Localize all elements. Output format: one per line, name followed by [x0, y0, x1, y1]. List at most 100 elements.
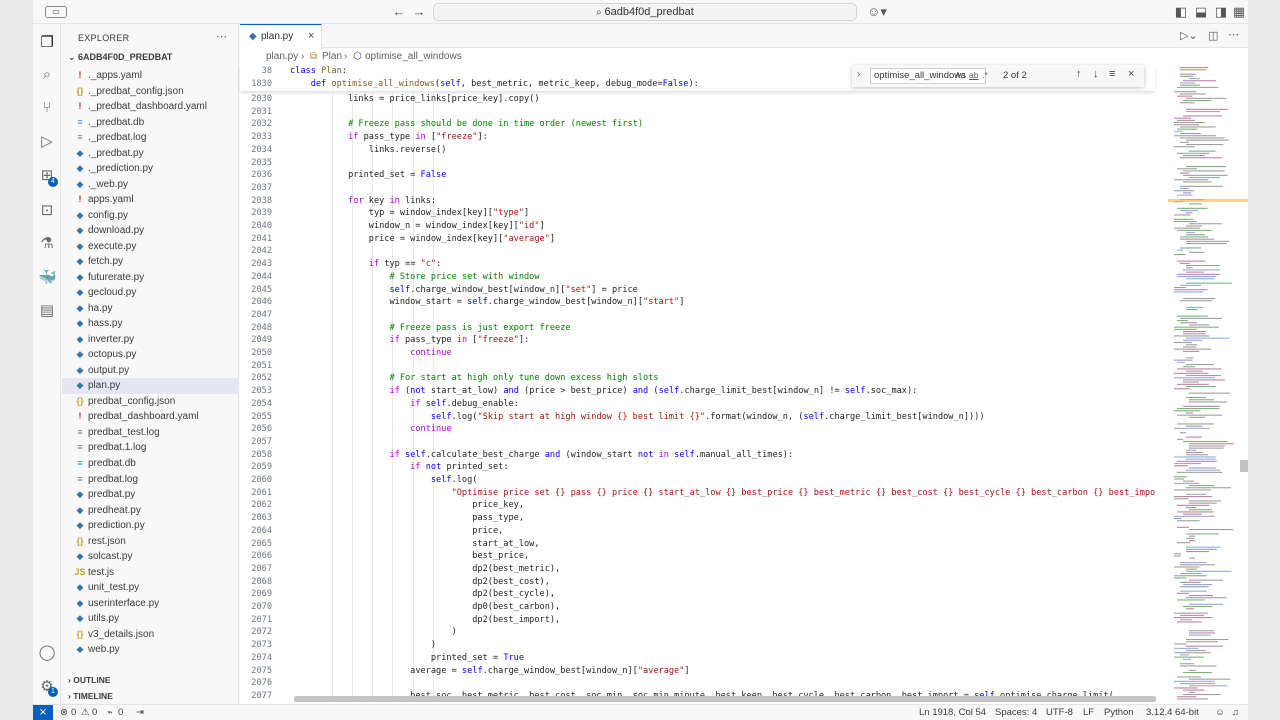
command-center-search[interactable]: ⌕ 6adb4f0d_predbat	[433, 3, 857, 21]
code-line[interactable]: continue	[286, 423, 451, 436]
file-item[interactable]: ◆ predbat.py	[62, 487, 239, 503]
copilot-icon[interactable]: ☺▾	[865, 4, 889, 20]
source-control-icon[interactable]: ⑂	[38, 99, 56, 117]
back-arrow-icon[interactable]: ←	[391, 4, 407, 20]
code-line[interactable]: price_key,	[286, 499, 524, 512]
code-line[interactable]: self.log("Skip start at high window {} b…	[286, 411, 985, 424]
code-line[interactable]: if not printed_set:	[286, 461, 508, 474]
code-line[interactable]: price,	[286, 525, 503, 538]
code-line[interactable]: # Store price set with window	[286, 271, 539, 284]
breadcrumb-class[interactable]: Plan	[322, 49, 342, 65]
breadcrumb-method[interactable]: optimise_all_windows	[365, 49, 462, 65]
remote-explorer-icon[interactable]: ⊡	[38, 202, 56, 220]
code-line[interactable]: average = self.charge_window_best[window…	[286, 665, 689, 678]
timeline-section[interactable]: › TIMELINE	[68, 691, 113, 701]
code-line[interactable]: )	[286, 626, 457, 639]
sticky-code-line[interactable]: def optimise_all_windows(self, best_metr…	[290, 78, 699, 91]
file-item[interactable]: ◆ plan.py	[62, 378, 239, 394]
file-item[interactable]: ! predbat_dashboard.yaml	[62, 409, 239, 425]
file-item[interactable]: ◆ ha.py	[62, 301, 239, 317]
toggle-secondary-sidebar-icon[interactable]: ◨	[1213, 4, 1229, 20]
file-item[interactable]: ◆ unit_test.py	[62, 580, 239, 596]
indentation[interactable]: Spaces: 4	[995, 707, 1037, 718]
split-editor-icon[interactable]: ◫	[1208, 29, 1218, 42]
editor-more-icon[interactable]: ⋯	[1228, 28, 1239, 41]
previous-match-icon[interactable]: ↑	[1076, 68, 1082, 80]
code-line[interactable]: if pass_type in ["freeze"]:	[286, 334, 529, 347]
file-item[interactable]: ◆ inverter.py	[62, 332, 239, 348]
code-line[interactable]: printed_set = True	[286, 652, 524, 665]
file-item[interactable]: ◆ ._predbat.py	[62, 146, 239, 162]
run-python-file-icon[interactable]: ▷⌄	[1180, 29, 1198, 42]
file-item[interactable]: ◆ fetch.py	[62, 254, 239, 270]
breadcrumb-file[interactable]: plan.py	[266, 49, 298, 65]
docker-icon[interactable]: 🐳	[38, 269, 57, 287]
code-line[interactable]: )	[286, 639, 436, 652]
find-in-selection-icon[interactable]: ≡	[1109, 68, 1115, 80]
file-item[interactable]: ◆ userinterface.py	[62, 596, 239, 612]
sidebar-toggle-icon[interactable]: ▭	[45, 6, 67, 18]
file-item[interactable]: {} ._predbat_config.json	[62, 84, 239, 100]
customize-layout-icon[interactable]: ▦	[1231, 4, 1247, 20]
close-icon[interactable]: ×	[308, 30, 314, 42]
file-item[interactable]: ◆ solcast.py	[62, 549, 239, 565]
workspace-root-folder[interactable]: ⌄ 6ADB4F0D_PREDBAT	[68, 52, 172, 63]
code-line[interactable]: self.log(	[286, 474, 478, 487]
more-actions-icon[interactable]: ⋯	[216, 30, 227, 43]
file-item[interactable]: {} v3_details.json	[62, 627, 239, 643]
errors-icon[interactable]: ⊗	[60, 707, 68, 718]
code-line[interactable]: start_at_low,	[286, 538, 539, 551]
file-item[interactable]: ◆ config.py	[62, 208, 239, 224]
code-line[interactable]: # Freeze pass should be done in time ord…	[286, 118, 643, 131]
end-of-line[interactable]: LF	[1083, 707, 1094, 718]
code-line[interactable]: self.charge_window_best[window_n]["set"]…	[286, 284, 637, 297]
code-view[interactable]: 2030 links = price_links[price_key].copy…	[240, 65, 1155, 704]
code-line[interactable]: continue	[286, 347, 451, 360]
explorer-icon[interactable]: ❐	[38, 34, 56, 52]
match-case-toggle[interactable]: Aa	[955, 70, 965, 80]
minimap[interactable]	[1168, 65, 1248, 704]
file-item[interactable]: ◆ download.py	[62, 223, 239, 239]
file-item[interactable]: ◆ gecloud.py	[62, 285, 239, 301]
code-line[interactable]: links.reverse()	[286, 144, 447, 157]
code-line[interactable]: pass_type,	[286, 512, 524, 525]
code-line[interactable]: typ = window_index[key]["type"]	[286, 207, 529, 220]
toggle-primary-sidebar-icon[interactable]: ◧	[1173, 4, 1189, 20]
vertical-scrollbar-thumb[interactable]	[1240, 460, 1248, 472]
python-interpreter[interactable]: 3.12.4 64-bit	[1146, 707, 1199, 718]
code-line[interactable]: dp2(best_metric),	[286, 563, 560, 576]
file-item[interactable]: ◆ predheat.py	[62, 503, 239, 519]
file-item[interactable]: ! ._apps.yaml	[62, 68, 239, 84]
code-line[interactable]: if self.calculate_best_charge and (windo…	[286, 449, 793, 462]
testing-icon[interactable]: ⚗	[38, 235, 56, 253]
code-line[interactable]: dp2(best_cost),	[286, 576, 550, 589]
file-item[interactable]: ◆ utils.py	[62, 611, 239, 627]
account-icon[interactable]: ◯	[38, 644, 56, 662]
search-icon[interactable]: ⌕	[38, 66, 56, 84]
language-mode[interactable]: Python	[1104, 707, 1134, 718]
code-line[interactable]: links = price_links[price_key].copy()	[286, 93, 539, 106]
code-line[interactable]: price = window_index[key]["average"]	[286, 233, 555, 246]
file-item[interactable]: ≡ predbat.db	[62, 456, 239, 472]
code-line[interactable]: "Optimise price set {} pass {} price {} …	[286, 487, 1155, 500]
regex-toggle[interactable]: .*	[982, 70, 988, 80]
remote-indicator-icon[interactable]: ⨯	[33, 705, 53, 720]
chat-icon[interactable]: ▤	[38, 302, 56, 320]
sticky-code-line[interactable]: class Plan:	[290, 65, 347, 78]
run-debug-icon[interactable]: ▷	[38, 133, 56, 151]
file-item[interactable]: ◆ ._prediction.py	[62, 161, 239, 177]
forward-arrow-icon[interactable]: →	[411, 4, 427, 20]
file-item[interactable]: ! apps.yaml	[62, 192, 239, 208]
file-item[interactable]: ≡ predbat.1.log	[62, 440, 239, 456]
file-item[interactable]: ◆ octopus.py	[62, 347, 239, 363]
code-line[interactable]: if pass_type in ["freeze"]:	[286, 131, 488, 144]
file-item[interactable]: ! ._predbat_dashboard.yaml	[62, 99, 239, 115]
code-line[interactable]: if typ == "c":	[286, 258, 441, 271]
file-item[interactable]: JS test.js	[62, 565, 239, 581]
code-line[interactable]: window_n = window_index[key]["id"]	[286, 220, 545, 233]
file-item[interactable]: ◆ output.py	[62, 363, 239, 379]
outline-section[interactable]: › OUTLINE	[68, 675, 111, 685]
horizontal-scrollbar[interactable]	[294, 696, 1156, 702]
file-item[interactable]: ≡ ._predbat.db	[62, 115, 239, 131]
file-item[interactable]: ≡ predbat_test.log	[62, 425, 239, 441]
